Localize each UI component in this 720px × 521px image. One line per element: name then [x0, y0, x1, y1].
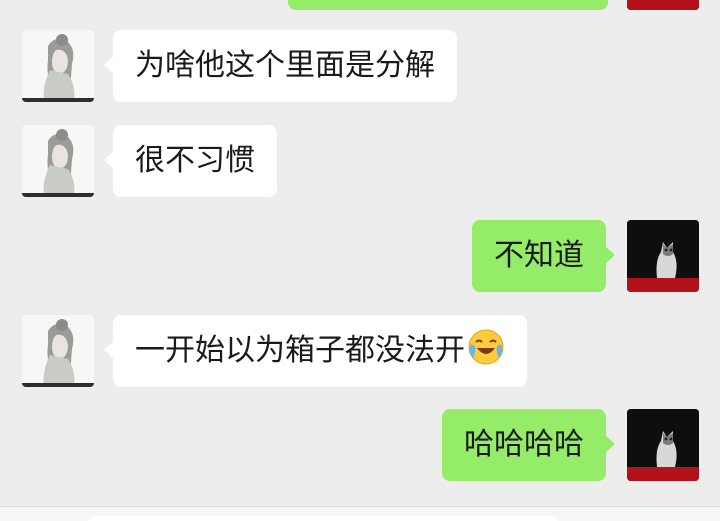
girl-avatar[interactable]	[22, 30, 94, 102]
girl-avatar[interactable]	[22, 125, 94, 197]
chat-view[interactable]: 为啥他这个里面是分解 很不习惯 不知道 一开始以为箱子都没法开 哈哈哈哈	[0, 0, 720, 521]
message-input[interactable]	[88, 516, 558, 521]
cat-avatar[interactable]	[627, 220, 699, 292]
incoming-message-bubble[interactable]: 很不习惯	[104, 125, 277, 197]
partial-outgoing-bubble[interactable]	[288, 0, 608, 10]
message-text: 为啥他这个里面是分解	[135, 48, 435, 83]
cat-avatar[interactable]	[627, 0, 699, 10]
input-toolbar	[0, 506, 720, 521]
outgoing-message-bubble[interactable]: 哈哈哈哈	[442, 409, 615, 481]
incoming-message-bubble[interactable]: 一开始以为箱子都没法开	[104, 315, 527, 387]
outgoing-message-bubble[interactable]: 不知道	[472, 220, 615, 292]
laughing-crying-emoji-icon	[468, 329, 504, 365]
message-text: 很不习惯	[135, 143, 255, 178]
incoming-message-bubble[interactable]: 为啥他这个里面是分解	[104, 30, 457, 102]
cat-avatar[interactable]	[627, 409, 699, 481]
message-text: 一开始以为箱子都没法开	[135, 333, 465, 368]
girl-avatar[interactable]	[22, 315, 94, 387]
message-text: 不知道	[494, 238, 584, 273]
message-text: 哈哈哈哈	[464, 427, 584, 462]
